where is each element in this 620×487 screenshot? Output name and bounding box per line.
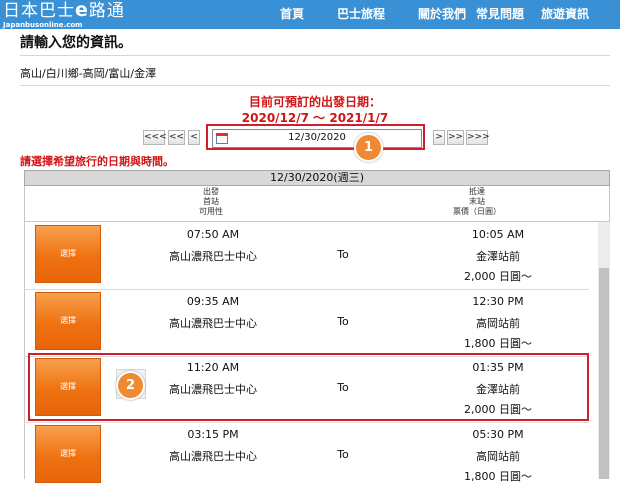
page-title: 請輸入您的資訊。 (20, 35, 132, 51)
next-week-button[interactable]: >> (447, 130, 464, 145)
highlight-box-date (206, 124, 425, 150)
logo-text: 日本巴士 (3, 1, 75, 21)
logo-e: e (75, 0, 89, 21)
arrival-station: 高岡站前 (476, 450, 520, 463)
arr-header: 抵達 (469, 187, 485, 196)
top-bar: 日本巴士e路通 Japanbusonline.com 首頁 巴士旅程 關於我們 … (0, 0, 620, 29)
prev-day-button[interactable]: < (188, 130, 200, 145)
departure-time: 09:35 AM (186, 295, 240, 308)
dep-header: 出發 (203, 187, 219, 196)
step-badge-1: 1 (354, 133, 383, 162)
prev-week-button[interactable]: << (168, 130, 185, 145)
divider (20, 85, 610, 86)
arrival-time: 10:05 AM (471, 228, 525, 241)
arrival-station: 高岡站前 (476, 317, 520, 330)
to-label: To (337, 448, 349, 461)
dep-first-stop-header: 首站 (203, 197, 219, 206)
divider (20, 55, 610, 56)
nav-bus-tours[interactable]: 巴士旅程 (337, 0, 385, 29)
highlight-box-row (28, 353, 589, 421)
logo-tail: 路通 (88, 1, 125, 21)
route-name: 高山/白川鄉-高岡/富山/金澤 (20, 67, 157, 80)
available-dates-label: 目前可預訂的出發日期： (248, 95, 381, 109)
select-button[interactable]: 選擇 (35, 425, 101, 483)
step-badge-2: 2 (116, 371, 145, 400)
nav-faq[interactable]: 常見問題 (476, 0, 524, 29)
departure-station: 高山濃飛巴士中心 (169, 317, 257, 330)
fare: 2,000 日圓～ (464, 270, 532, 283)
nav-home[interactable]: 首頁 (280, 0, 304, 29)
arrival-station: 金澤站前 (476, 250, 520, 263)
select-button[interactable]: 選擇 (35, 292, 101, 350)
select-button[interactable]: 選擇 (35, 225, 101, 283)
departure-time: 03:15 PM (187, 428, 239, 441)
fare: 1,800 日圓～ (464, 470, 532, 483)
prev-month-button[interactable]: <<< (143, 130, 167, 145)
arrival-time: 12:30 PM (472, 295, 524, 308)
next-day-button[interactable]: > (433, 130, 445, 145)
to-label: To (337, 248, 349, 261)
logo-subtitle: Japanbusonline.com (3, 21, 83, 29)
table-row: 選擇 07:50 AM 高山濃飛巴士中心 To 10:05 AM 金澤站前 2,… (24, 223, 589, 290)
arr-last-stop-header: 末站 (469, 197, 485, 206)
departure-station: 高山濃飛巴士中心 (169, 250, 257, 263)
nav-travel-info[interactable]: 旅遊資訊 (541, 0, 589, 29)
next-month-button[interactable]: >>> (466, 130, 490, 145)
nav-about-us[interactable]: 關於我們 (418, 0, 466, 29)
fare: 1,800 日圓～ (464, 337, 532, 350)
scrollbar-thumb[interactable] (599, 268, 609, 479)
availability-header: 可用性 (199, 207, 223, 216)
departure-station: 高山濃飛巴士中心 (169, 450, 257, 463)
table-row: 選擇 09:35 AM 高山濃飛巴士中心 To 12:30 PM 高岡站前 1,… (24, 290, 589, 357)
departure-time: 07:50 AM (186, 228, 240, 241)
select-date-warning: 請選擇希望旅行的日期與時間。 (20, 155, 174, 168)
fare-header: 票價（日圓） (453, 207, 501, 216)
column-headers: 出發 首站 可用性 抵達 末站 票價（日圓） (24, 186, 610, 222)
site-logo[interactable]: 日本巴士e路通 Japanbusonline.com (3, 0, 125, 30)
table-row: 選擇 03:15 PM 高山濃飛巴士中心 To 05:30 PM 高岡站前 1,… (33, 423, 589, 487)
to-label: To (337, 315, 349, 328)
arrival-time: 05:30 PM (472, 428, 524, 441)
table-date-header: 12/30/2020(週三) (24, 170, 610, 186)
